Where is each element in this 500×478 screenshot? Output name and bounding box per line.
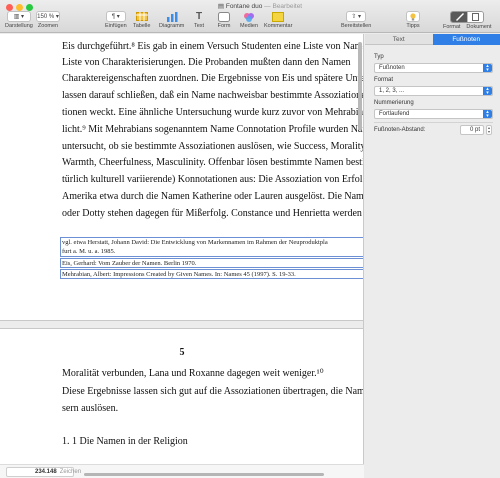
body-line: Warmth, Cheerfulness, Masculinity. Offen… [62,157,364,168]
word-count-control[interactable]: 234.148 Zeichen [6,467,81,477]
inspector-segmented-control[interactable] [450,11,485,23]
format-inspector: Text Fußnoten Typ Fußnoten ▴ ▾ Format 1, … [365,34,500,478]
sidebar-icon: ▥ ▾ [6,11,31,22]
numbering-label: Nummerierung [374,100,414,106]
share-icon: ⇧ ▾ [346,11,367,22]
table-button[interactable]: Tabelle [133,11,150,29]
window-title: ▤ Fontane duo — Bearbeitet [200,2,320,10]
title-separator: — [264,3,271,10]
document-status: Bearbeitet [272,3,303,10]
tips-label: Tipps [406,23,420,29]
zoom-control[interactable]: 150 % ▾ Zoomen [36,11,60,29]
insert-button[interactable]: ¶ ▾ Einfügen [105,11,127,29]
footnote-text[interactable]: vgl. etwa Herstatt, Johann David: Die En… [62,239,328,246]
type-label: Typ [374,54,384,60]
body-line: Eis durchgeführt.⁸ Eis gab in einem Vers… [62,41,364,52]
share-button[interactable]: ⇧ ▾ Bereitstellen [341,11,371,29]
inspector-toggle[interactable]: Format Dokument [443,11,492,30]
word-count-value: 234.148 [35,469,57,475]
footnote-text[interactable]: Eis, Gerhard: Vom Zauber der Namen. Berl… [62,260,196,267]
document-icon: ▤ [217,3,225,10]
table-label: Tabelle [133,23,151,29]
text-label: Text [193,23,205,29]
toolbar: ▤ Fontane duo — Bearbeitet ▥ ▾ Darstellu… [0,0,500,33]
type-value: Fußnoten [379,65,405,71]
text-box-icon: T [195,11,203,22]
zoom-value: 150 % [37,13,55,20]
spacing-stepper[interactable]: ▴ ▾ [486,125,492,135]
media-icon [242,11,256,22]
body-line: Charaktereigenschaften zuordnen. Die Erg… [62,73,364,84]
media-label: Medien [240,23,259,29]
insert-label: Einfügen [105,23,127,29]
format-value: 1, 2, 3, ... [379,88,405,94]
updown-arrows-icon: ▴ ▾ [483,87,492,96]
document-label: Dokument [466,24,492,30]
paragraph-icon: ¶ ▾ [105,11,126,22]
table-icon [135,11,149,22]
body-line: tionen weckt. Eine ähnliche Untersuchung… [62,107,364,118]
lightbulb-icon [406,11,420,22]
body-line: Liste von Charakterisierungen. Die Proba… [62,57,351,68]
zoom-select[interactable]: 150 % ▾ [36,11,60,22]
footnote-text[interactable]: furt a. M. u. a. 1985. [62,248,115,255]
updown-arrows-icon: ▴ ▾ [483,64,492,73]
view-menu-button[interactable]: ▥ ▾ Darstellung [5,11,33,29]
word-count-label: Zeichen [59,469,82,475]
text-button[interactable]: T Text [192,11,206,29]
updown-arrows-icon: ▴ ▾ [483,110,492,119]
page-number: 5 [179,347,185,358]
body-line: sern auslösen. [62,403,119,414]
zoom-label: Zoomen [37,23,59,29]
body-line: Diese Ergebnisse lassen sich gut auf die… [62,386,364,397]
shape-icon [217,11,231,22]
format-select[interactable]: 1, 2, 3, ... ▴ ▾ [374,86,493,96]
numbering-select[interactable]: Fortlaufend ▴ ▾ [374,109,493,119]
footnote-text[interactable]: Mehrabian, Albert: Impressions Created b… [62,271,296,278]
body-line: untersucht, ob sie bestimmte Assoziation… [62,141,364,152]
document-canvas[interactable]: Eis durchgeführt.⁸ Eis gab in einem Vers… [0,34,364,464]
format-brush-icon[interactable] [451,12,468,22]
horizontal-scrollbar[interactable] [84,473,324,476]
spacing-label: Fußnoten-Abstand: [374,127,426,133]
tab-footnotes[interactable]: Fußnoten [432,34,500,45]
spacing-input[interactable]: 0 pt [460,125,484,135]
comment-icon [271,11,285,22]
comment-button[interactable]: Kommentar [264,11,292,29]
share-label: Bereitstellen [341,23,372,29]
numbering-value: Fortlaufend [379,111,410,117]
body-line: oder Dotty stehen dagegen für Mißerfolg.… [62,208,364,219]
shape-button[interactable]: Form [217,11,231,29]
chart-icon [165,11,179,22]
page-break [0,320,363,329]
chart-button[interactable]: Diagramm [159,11,184,29]
section-heading: 1. 1 Die Namen in der Religion [62,436,188,447]
body-line: türlich kulturell variierende) Konnotati… [62,174,363,185]
body-line: Amerika etwa durch die Namen Katherine o… [62,191,364,202]
body-line: Moralität verbunden, Lana und Roxanne da… [62,368,324,379]
format-label: Format [443,24,461,30]
tab-text[interactable]: Text [365,34,433,45]
document-title: Fontane duo [225,3,263,10]
tips-button[interactable]: Tipps [406,11,420,29]
divider [374,122,493,123]
shape-label: Form [217,23,231,29]
minimize-window-button[interactable] [16,4,23,11]
comment-label: Kommentar [264,23,293,29]
body-line: lassen darauf schließen, daß ein Name na… [62,90,364,101]
close-window-button[interactable] [6,4,13,11]
document-icon[interactable] [467,12,484,22]
type-select[interactable]: Fußnoten ▴ ▾ [374,63,493,73]
media-button[interactable]: Medien [240,11,258,29]
chart-label: Diagramm [159,23,185,29]
body-line: licht.⁹ Mit Mehrabians sogenanntem Name … [62,124,364,135]
vertical-scrollbar[interactable] [358,42,362,130]
format-label: Format [374,77,394,83]
status-bar: 234.148 Zeichen [0,464,364,478]
zoom-window-button[interactable] [26,4,33,11]
inspector-tabs: Text Fußnoten [365,34,500,45]
view-label: Darstellung [5,23,33,29]
